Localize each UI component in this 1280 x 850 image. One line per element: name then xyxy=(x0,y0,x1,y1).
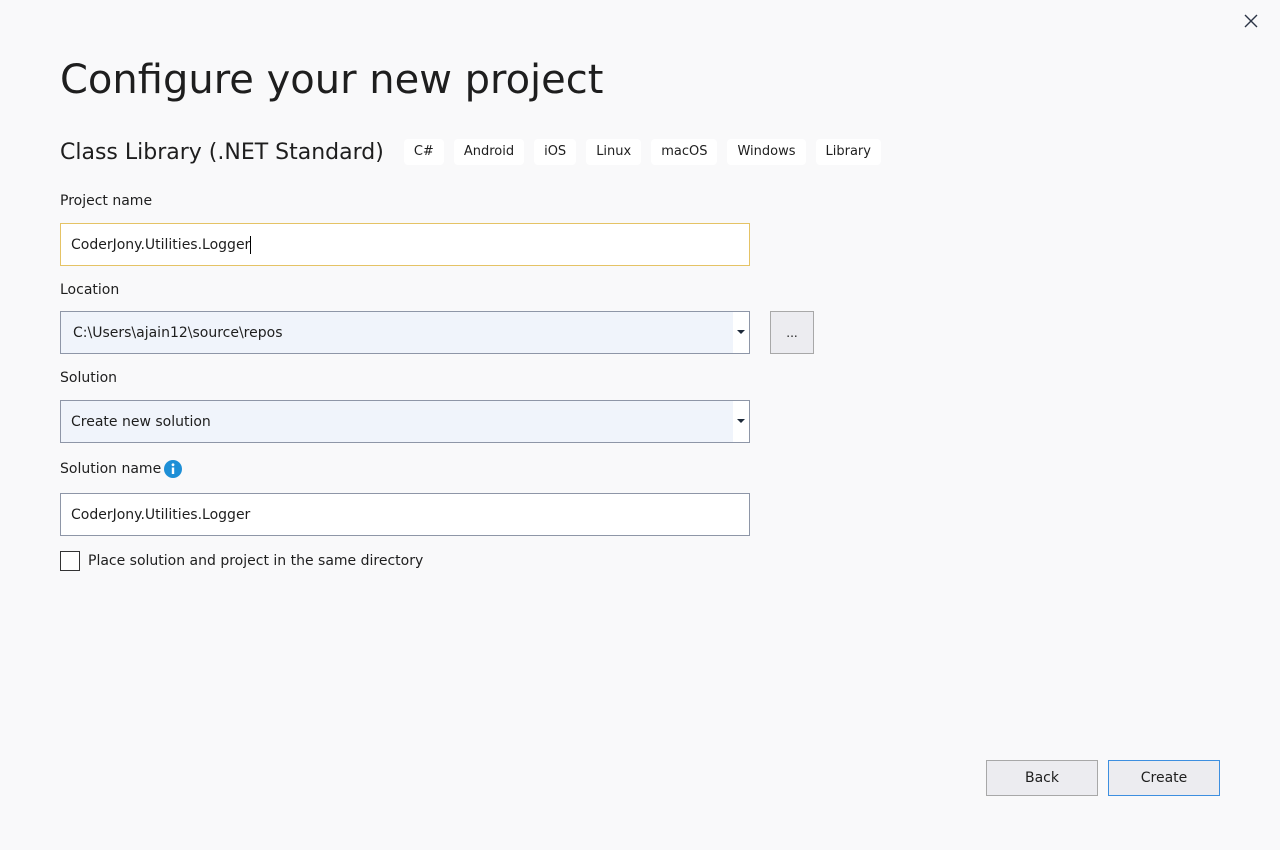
chevron-down-icon xyxy=(737,330,745,334)
tag-platform: iOS xyxy=(534,139,577,165)
tag-platform: macOS xyxy=(651,139,718,165)
location-value: C:\Users\ajain12\source\repos xyxy=(73,324,283,341)
solution-combobox[interactable]: Create new solution xyxy=(60,400,750,443)
solution-value: Create new solution xyxy=(71,413,211,430)
template-info: Class Library (.NET Standard) C# Android… xyxy=(60,136,891,168)
location-label: Location xyxy=(60,282,120,298)
project-name-value: CoderJony.Utilities.Logger xyxy=(71,236,251,253)
text-caret xyxy=(250,235,252,254)
solution-dropdown-button[interactable] xyxy=(733,401,749,442)
solution-label: Solution xyxy=(60,370,118,386)
chevron-down-icon xyxy=(737,419,745,423)
project-name-input[interactable]: CoderJony.Utilities.Logger xyxy=(60,223,750,266)
location-combobox[interactable]: C:\Users\ajain12\source\repos xyxy=(60,311,750,354)
template-name: Class Library (.NET Standard) xyxy=(60,139,384,165)
back-button[interactable]: Back xyxy=(986,760,1098,796)
page-title: Configure your new project xyxy=(60,57,604,103)
info-icon[interactable] xyxy=(164,460,182,478)
solution-name-label: Solution name xyxy=(60,461,162,477)
solution-name-value: CoderJony.Utilities.Logger xyxy=(71,506,251,523)
same-directory-label[interactable]: Place solution and project in the same d… xyxy=(88,553,423,569)
close-icon xyxy=(1244,14,1258,28)
solution-name-input[interactable]: CoderJony.Utilities.Logger xyxy=(60,493,750,536)
browse-location-button[interactable]: ... xyxy=(770,311,814,354)
location-dropdown-button[interactable] xyxy=(733,312,749,353)
same-directory-checkbox[interactable] xyxy=(60,551,80,571)
project-name-label: Project name xyxy=(60,193,153,209)
close-button[interactable] xyxy=(1240,10,1262,32)
tag-language: C# xyxy=(403,139,444,165)
tag-platform: Windows xyxy=(727,139,806,165)
create-button[interactable]: Create xyxy=(1108,760,1220,796)
tag-platform: Android xyxy=(453,139,525,165)
tag-project-type: Library xyxy=(815,139,881,165)
configure-project-dialog: Configure your new project Class Library… xyxy=(0,0,1280,850)
tag-platform: Linux xyxy=(586,139,642,165)
